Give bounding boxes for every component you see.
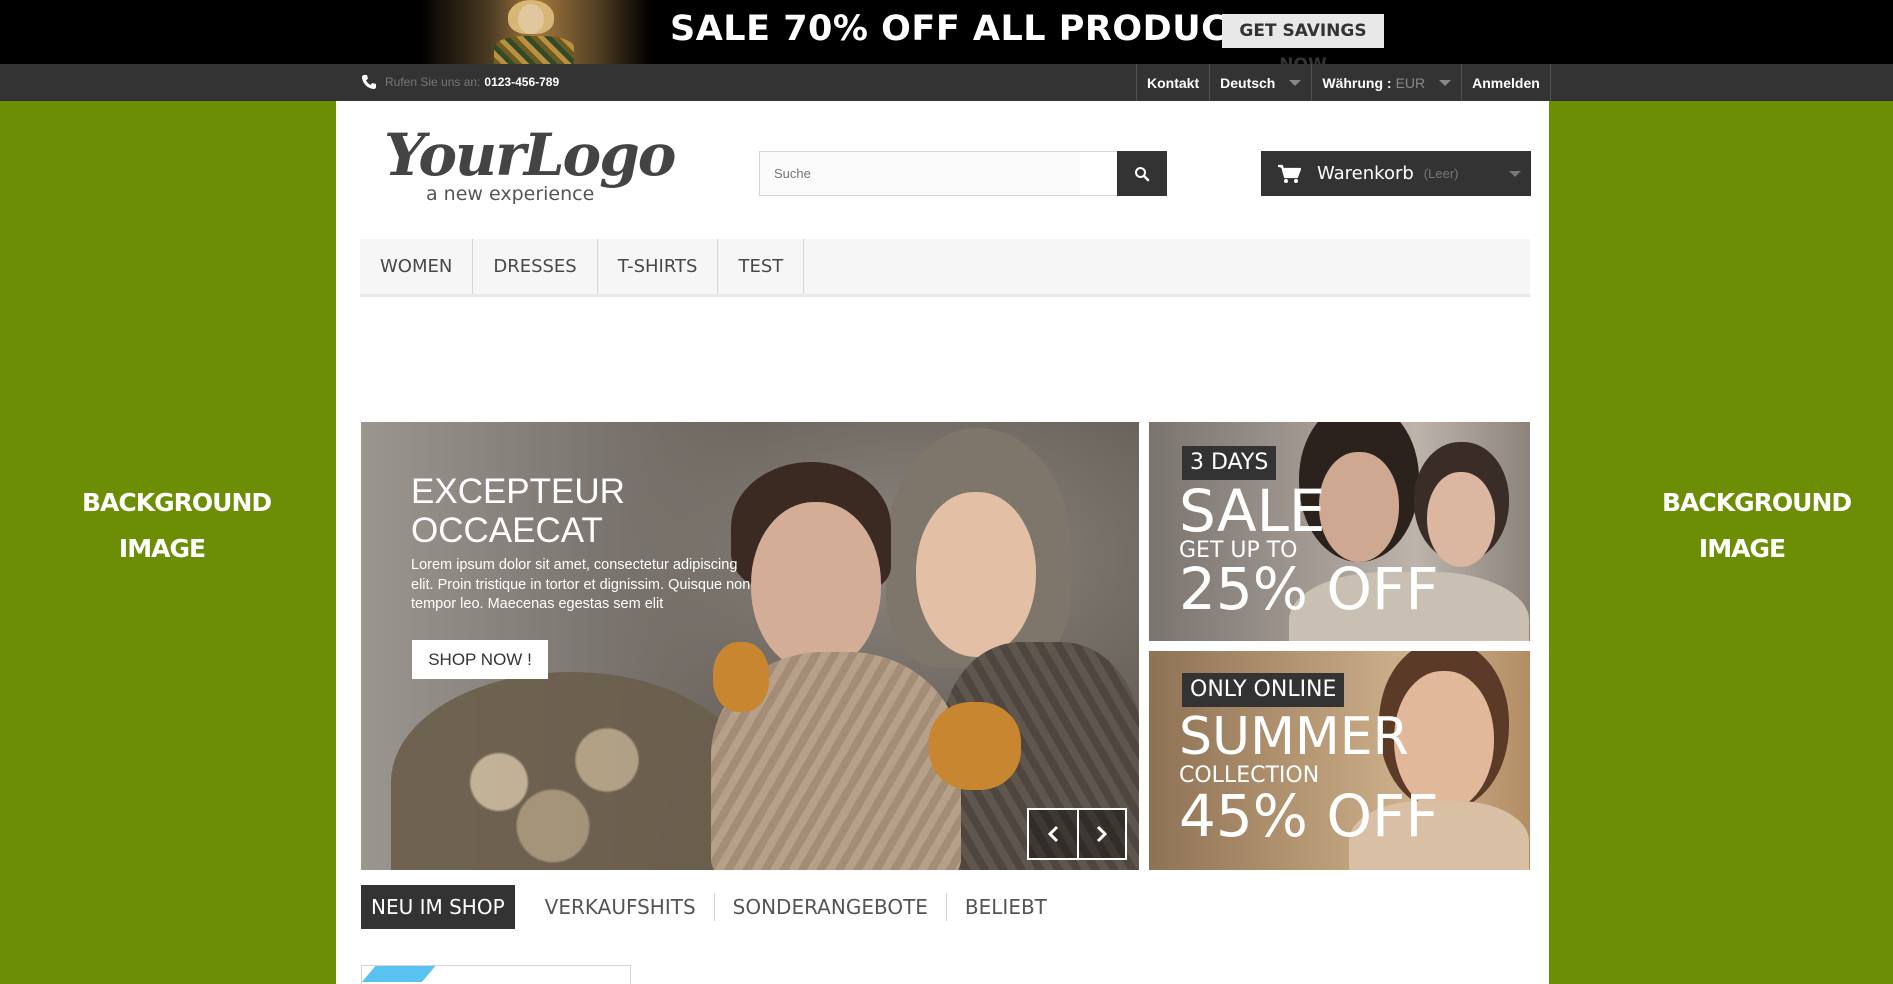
tab-specials[interactable]: SONDERANGEBOTE bbox=[715, 893, 947, 921]
slider-person-image bbox=[916, 492, 1036, 657]
contact-label: Kontakt bbox=[1147, 74, 1200, 91]
language-label: Deutsch bbox=[1220, 74, 1276, 91]
login-link[interactable]: Anmelden bbox=[1462, 64, 1551, 101]
banner-offer: 45% OFF bbox=[1179, 782, 1439, 850]
logo-text: YourLogo bbox=[384, 121, 676, 189]
background-image-label-right: BACKGROUND IMAGE bbox=[1662, 480, 1852, 572]
banner-tag: 3 DAYS bbox=[1182, 446, 1277, 480]
phone-number[interactable]: 0123-456-789 bbox=[484, 75, 559, 89]
background-image-label-left: BACKGROUND IMAGE bbox=[82, 480, 272, 572]
banner-headline: SUMMER bbox=[1179, 707, 1409, 767]
currency-selector[interactable]: Währung : EUR bbox=[1312, 64, 1463, 101]
search-icon bbox=[1135, 166, 1150, 181]
slider-next-button[interactable] bbox=[1077, 810, 1125, 858]
site-logo[interactable]: YourLogo a new experience bbox=[384, 121, 676, 211]
phone-icon bbox=[362, 75, 376, 89]
menu-item-dresses[interactable]: DRESSES bbox=[473, 239, 598, 294]
slide-title-line2: OCCAECAT bbox=[411, 511, 603, 550]
chevron-down-icon bbox=[1439, 79, 1452, 86]
background-label-line2: IMAGE bbox=[118, 534, 206, 563]
slider-person-image bbox=[713, 642, 769, 712]
login-label: Anmelden bbox=[1472, 74, 1540, 91]
cart-status: (Leer) bbox=[1423, 166, 1459, 181]
menu-item-women[interactable]: WOMEN bbox=[360, 239, 474, 294]
phone-label: Rufen Sie uns an: bbox=[385, 75, 481, 89]
shop-now-button[interactable]: SHOP NOW ! bbox=[412, 640, 548, 679]
chevron-left-icon bbox=[1047, 825, 1059, 843]
banner-headline: SALE bbox=[1179, 477, 1326, 545]
background-label-line1: BACKGROUND bbox=[1662, 488, 1852, 517]
cart-icon bbox=[1278, 164, 1301, 183]
search-box bbox=[759, 151, 1167, 196]
slider-prev-button[interactable] bbox=[1029, 810, 1077, 858]
cart-button[interactable]: Warenkorb (Leer) bbox=[1261, 151, 1531, 196]
language-selector[interactable]: Deutsch bbox=[1210, 64, 1313, 101]
top-nav-bar: Rufen Sie uns an: 0123-456-789 Kontakt D… bbox=[0, 64, 1893, 101]
chevron-down-icon bbox=[1289, 79, 1302, 86]
tab-popular[interactable]: BELIEBT bbox=[947, 893, 1065, 921]
background-label-line2: IMAGE bbox=[1698, 534, 1786, 563]
banner-offer: 25% OFF bbox=[1179, 555, 1439, 623]
banner-person-image bbox=[1319, 452, 1399, 562]
contact-link[interactable]: Kontakt bbox=[1137, 64, 1211, 101]
background-label-line1: BACKGROUND bbox=[82, 488, 272, 517]
slider-person-image bbox=[929, 702, 1021, 790]
nav-right: Kontakt Deutsch Währung : EUR Anmelden bbox=[1136, 64, 1551, 101]
promo-banner-summer[interactable]: ONLY ONLINE SUMMER COLLECTION 45% OFF bbox=[1149, 651, 1530, 870]
search-button[interactable] bbox=[1117, 151, 1167, 196]
search-input[interactable] bbox=[760, 152, 1080, 195]
slide-title: EXCEPTEUR OCCAECAT bbox=[411, 472, 625, 550]
logo-tagline: a new experience bbox=[426, 183, 595, 205]
banner-person-image bbox=[1427, 472, 1495, 567]
slide-description: Lorem ipsum dolor sit amet, consectetur … bbox=[411, 557, 751, 612]
promo-banner-sale[interactable]: 3 DAYS SALE GET UP TO 25% OFF bbox=[1149, 422, 1530, 641]
product-tabs: NEU IM SHOP VERKAUFSHITS SONDERANGEBOTE … bbox=[361, 885, 1065, 929]
currency-value: EUR bbox=[1395, 74, 1426, 91]
main-menu: WOMEN DRESSES T-SHIRTS TEST bbox=[360, 239, 1530, 297]
homepage-slider[interactable]: EXCEPTEUR OCCAECAT Lorem ipsum dolor sit… bbox=[361, 422, 1139, 870]
product-card[interactable] bbox=[361, 965, 631, 984]
get-savings-button[interactable]: GET SAVINGS NOW bbox=[1222, 14, 1384, 64]
slider-person-image bbox=[751, 502, 881, 672]
promo-headline: SALE 70% OFF ALL PRODUCTS bbox=[670, 9, 1278, 49]
promo-banner[interactable]: SALE 70% OFF ALL PRODUCTS GET SAVINGS NO… bbox=[0, 0, 1893, 64]
tab-bestsellers[interactable]: VERKAUFSHITS bbox=[527, 893, 715, 921]
tab-new-in-shop[interactable]: NEU IM SHOP bbox=[361, 885, 515, 929]
slide-title-line1: EXCEPTEUR bbox=[411, 472, 625, 511]
new-ribbon bbox=[362, 966, 443, 982]
slider-controls bbox=[1027, 808, 1127, 860]
banner-tag: ONLY ONLINE bbox=[1182, 673, 1345, 707]
phone-info: Rufen Sie uns an: 0123-456-789 bbox=[361, 70, 559, 94]
main-content: YourLogo a new experience Warenkorb (Lee… bbox=[336, 101, 1549, 984]
chevron-down-icon bbox=[1509, 171, 1521, 177]
chevron-right-icon bbox=[1096, 825, 1108, 843]
menu-item-t-shirts[interactable]: T-SHIRTS bbox=[598, 239, 719, 294]
cart-label: Warenkorb bbox=[1317, 163, 1414, 184]
menu-item-test[interactable]: TEST bbox=[718, 239, 805, 294]
promo-model-image bbox=[420, 0, 650, 64]
currency-label: Währung : bbox=[1322, 74, 1392, 91]
